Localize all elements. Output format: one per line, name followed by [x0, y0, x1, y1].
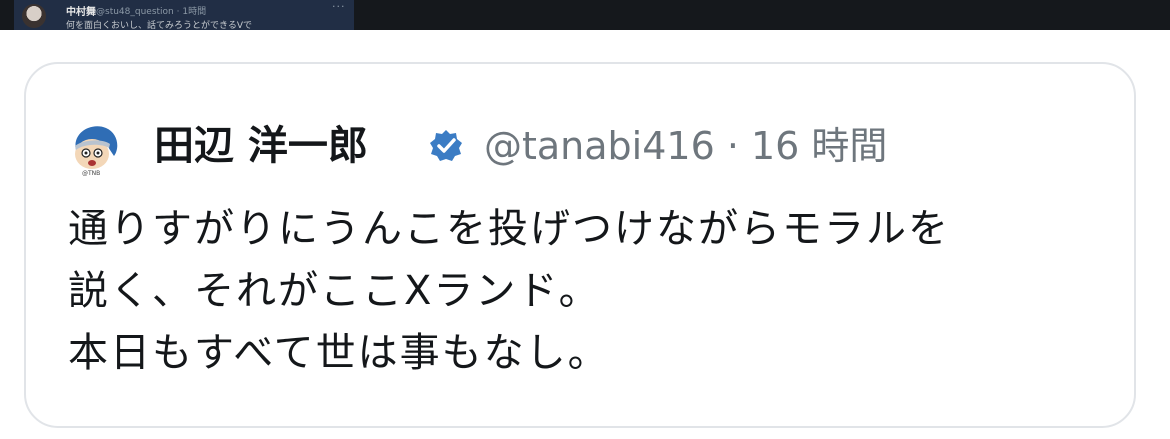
- tweet-body-line: 説く、それがここXランド。: [68, 268, 601, 314]
- verified-badge-icon: [428, 128, 464, 164]
- previous-tweet-author-name[interactable]: 中村舞: [66, 3, 96, 18]
- quoted-tweet-card[interactable]: @TNB 田辺 洋一郎 @tanabi416 · 16 時間 通りすがりにうんこ…: [24, 62, 1136, 428]
- quoted-tweet-body: 通りすがりにうんこを投げつけながらモラルを 説く、それがここXランド。 本日もす…: [68, 198, 950, 384]
- more-options-icon[interactable]: ···: [332, 0, 346, 13]
- previous-tweet-text: 何を面白くおいし、話てみろうとができるVで: [66, 21, 252, 30]
- svg-text:@TNB: @TNB: [82, 170, 100, 176]
- previous-tweet-handle-time: @stu48_question · 1時間: [96, 7, 207, 17]
- previous-tweet-strip: 中村舞 @stu48_question · 1時間 ··· 何を面白くおいし、話…: [0, 0, 1170, 30]
- quoted-tweet-author-name[interactable]: 田辺 洋一郎: [154, 120, 368, 172]
- tweet-body-line: 通りすがりにうんこを投げつけながらモラルを: [68, 206, 950, 252]
- cartoon-avatar-icon[interactable]: @TNB: [66, 120, 122, 177]
- quoted-tweet-handle-time[interactable]: @tanabi416 · 16 時間: [484, 120, 887, 172]
- user-avatar-icon[interactable]: [22, 4, 46, 28]
- tweet-body-line: 本日もすべて世は事もなし。: [68, 330, 610, 376]
- previous-tweet-header[interactable]: 中村舞 @stu48_question · 1時間 ··· 何を面白くおいし、話…: [14, 0, 354, 30]
